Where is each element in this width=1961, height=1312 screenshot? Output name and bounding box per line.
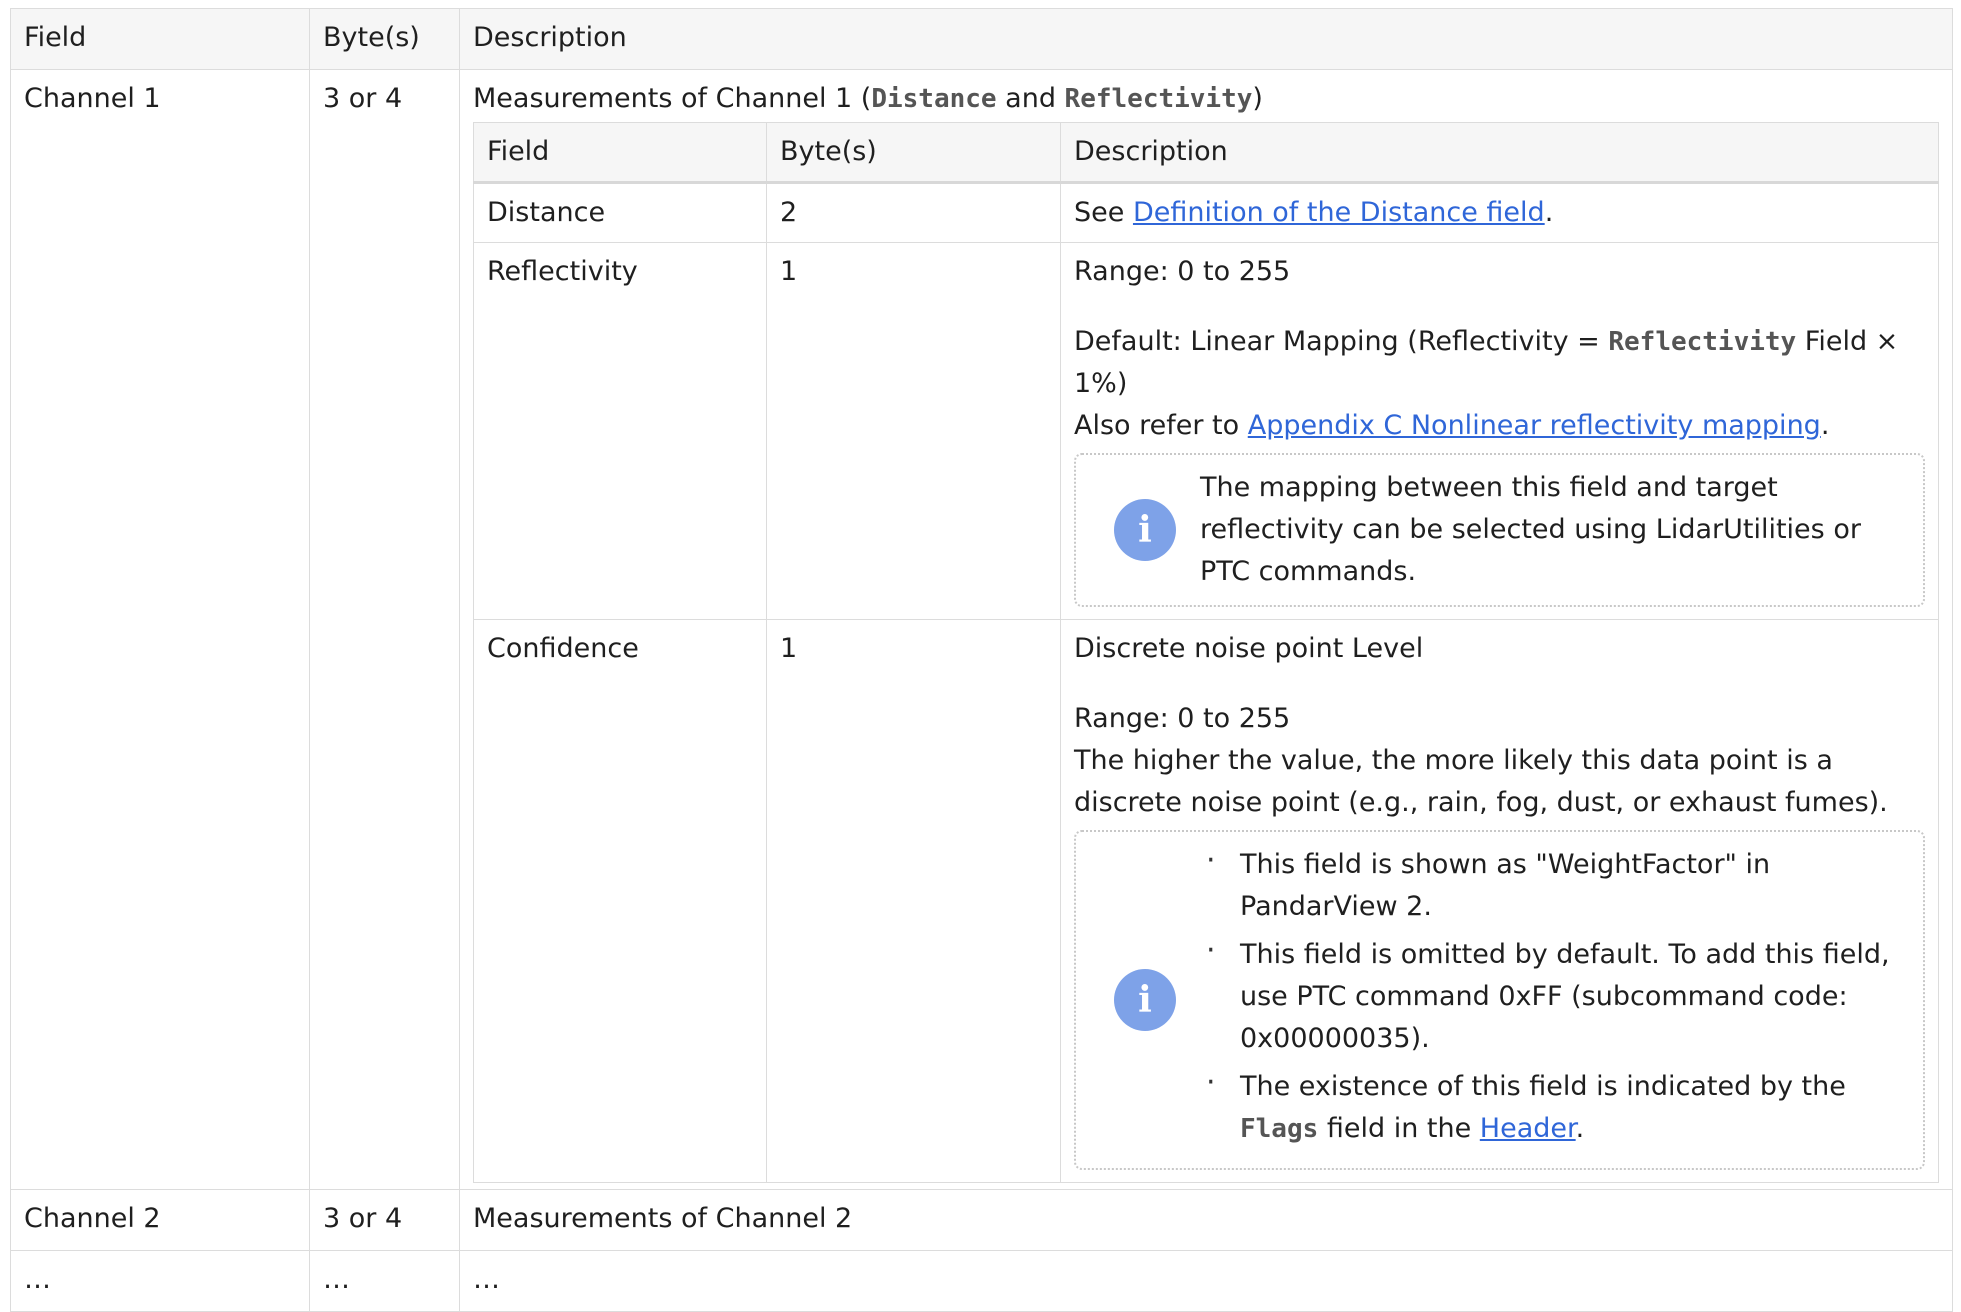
list-item: The existence of this field is indicated… (1206, 1062, 1909, 1150)
distance-description: See Definition of the Distance field. (1060, 182, 1939, 243)
list-item: This field is shown as "WeightFactor" in… (1206, 840, 1909, 928)
subheader-field: Field (473, 122, 767, 184)
cell-channel-1-field: Channel 1 (10, 69, 310, 1190)
link-appendix-c[interactable]: Appendix C Nonlinear reflectivity mappin… (1248, 410, 1821, 441)
info-icon: i (1114, 499, 1176, 561)
cell-channel-1-bytes: 3 or 4 (309, 69, 460, 1190)
subtable-row-reflectivity: Reflectivity 1 Range: 0 to 255 Default: … (473, 242, 1939, 620)
subtable-row-distance: Distance 2 See Definition of the Distanc… (473, 182, 1939, 243)
cell-ellipsis-bytes: … (309, 1250, 460, 1312)
reflectivity-default: Default: Linear Mapping (Reflectivity = … (1074, 326, 1899, 399)
distance-bytes: 2 (766, 182, 1061, 243)
reflectivity-note: i The mapping between this field and tar… (1074, 453, 1925, 607)
confidence-bytes: 1 (766, 619, 1061, 1183)
confidence-description: Discrete noise point Level Range: 0 to 2… (1060, 619, 1939, 1183)
code-flags: Flags (1240, 1114, 1319, 1144)
cell-ellipsis-description: … (459, 1250, 1953, 1312)
cell-channel-2-bytes: 3 or 4 (309, 1189, 460, 1251)
table-header-row: Field Byte(s) Description (10, 8, 1953, 70)
confidence-note: i This field is shown as "WeightFactor" … (1074, 830, 1925, 1170)
reflectivity-note-text: The mapping between this field and targe… (1200, 472, 1861, 587)
header-bytes: Byte(s) (309, 8, 460, 70)
cell-channel-2-field: Channel 2 (10, 1189, 310, 1251)
confidence-field: Confidence (473, 619, 767, 1183)
table-row-channel-2: Channel 2 3 or 4 Measurements of Channel… (10, 1189, 1953, 1251)
cell-channel-2-description: Measurements of Channel 2 (459, 1189, 1953, 1251)
list-item: This field is omitted by default. To add… (1206, 930, 1909, 1060)
confidence-range: Range: 0 to 255 (1074, 703, 1291, 734)
info-icon: i (1114, 969, 1176, 1031)
distance-field: Distance (473, 182, 767, 243)
link-header[interactable]: Header (1480, 1113, 1576, 1144)
code-distance: Distance (871, 84, 997, 114)
header-field: Field (10, 8, 310, 70)
reflectivity-description: Range: 0 to 255 Default: Linear Mapping … (1060, 242, 1939, 620)
reflectivity-refer: Also refer to Appendix C Nonlinear refle… (1074, 410, 1830, 441)
subtable-row-confidence: Confidence 1 Discrete noise point Level … (473, 619, 1939, 1183)
channel-1-summary: Measurements of Channel 1 (Distance and … (473, 83, 1263, 114)
reflectivity-range: Range: 0 to 255 (1074, 256, 1291, 287)
table-row-channel-1: Channel 1 3 or 4 Measurements of Channel… (10, 69, 1953, 1190)
subtable-header-row: Field Byte(s) Description (473, 122, 1939, 184)
reflectivity-bytes: 1 (766, 242, 1061, 620)
link-distance-definition[interactable]: Definition of the Distance field (1133, 197, 1545, 228)
subheader-bytes: Byte(s) (766, 122, 1061, 184)
channel-1-subtable: Field Byte(s) Description Distance 2 See… (473, 122, 1939, 1183)
reflectivity-field: Reflectivity (473, 242, 767, 620)
channel-table: Field Byte(s) Description Channel 1 3 or… (10, 8, 1953, 1312)
header-description: Description (459, 8, 1953, 70)
confidence-note-list: This field is shown as "WeightFactor" in… (1200, 840, 1909, 1150)
table-row-ellipsis: … … … (10, 1250, 1953, 1312)
confidence-explain: The higher the value, the more likely th… (1074, 745, 1888, 818)
code-reflectivity: Reflectivity (1064, 84, 1253, 114)
subheader-description: Description (1060, 122, 1939, 184)
code-reflectivity-field: Reflectivity (1608, 327, 1797, 357)
cell-channel-1-description: Measurements of Channel 1 (Distance and … (459, 69, 1953, 1190)
cell-ellipsis-field: … (10, 1250, 310, 1312)
confidence-level: Discrete noise point Level (1074, 633, 1424, 664)
